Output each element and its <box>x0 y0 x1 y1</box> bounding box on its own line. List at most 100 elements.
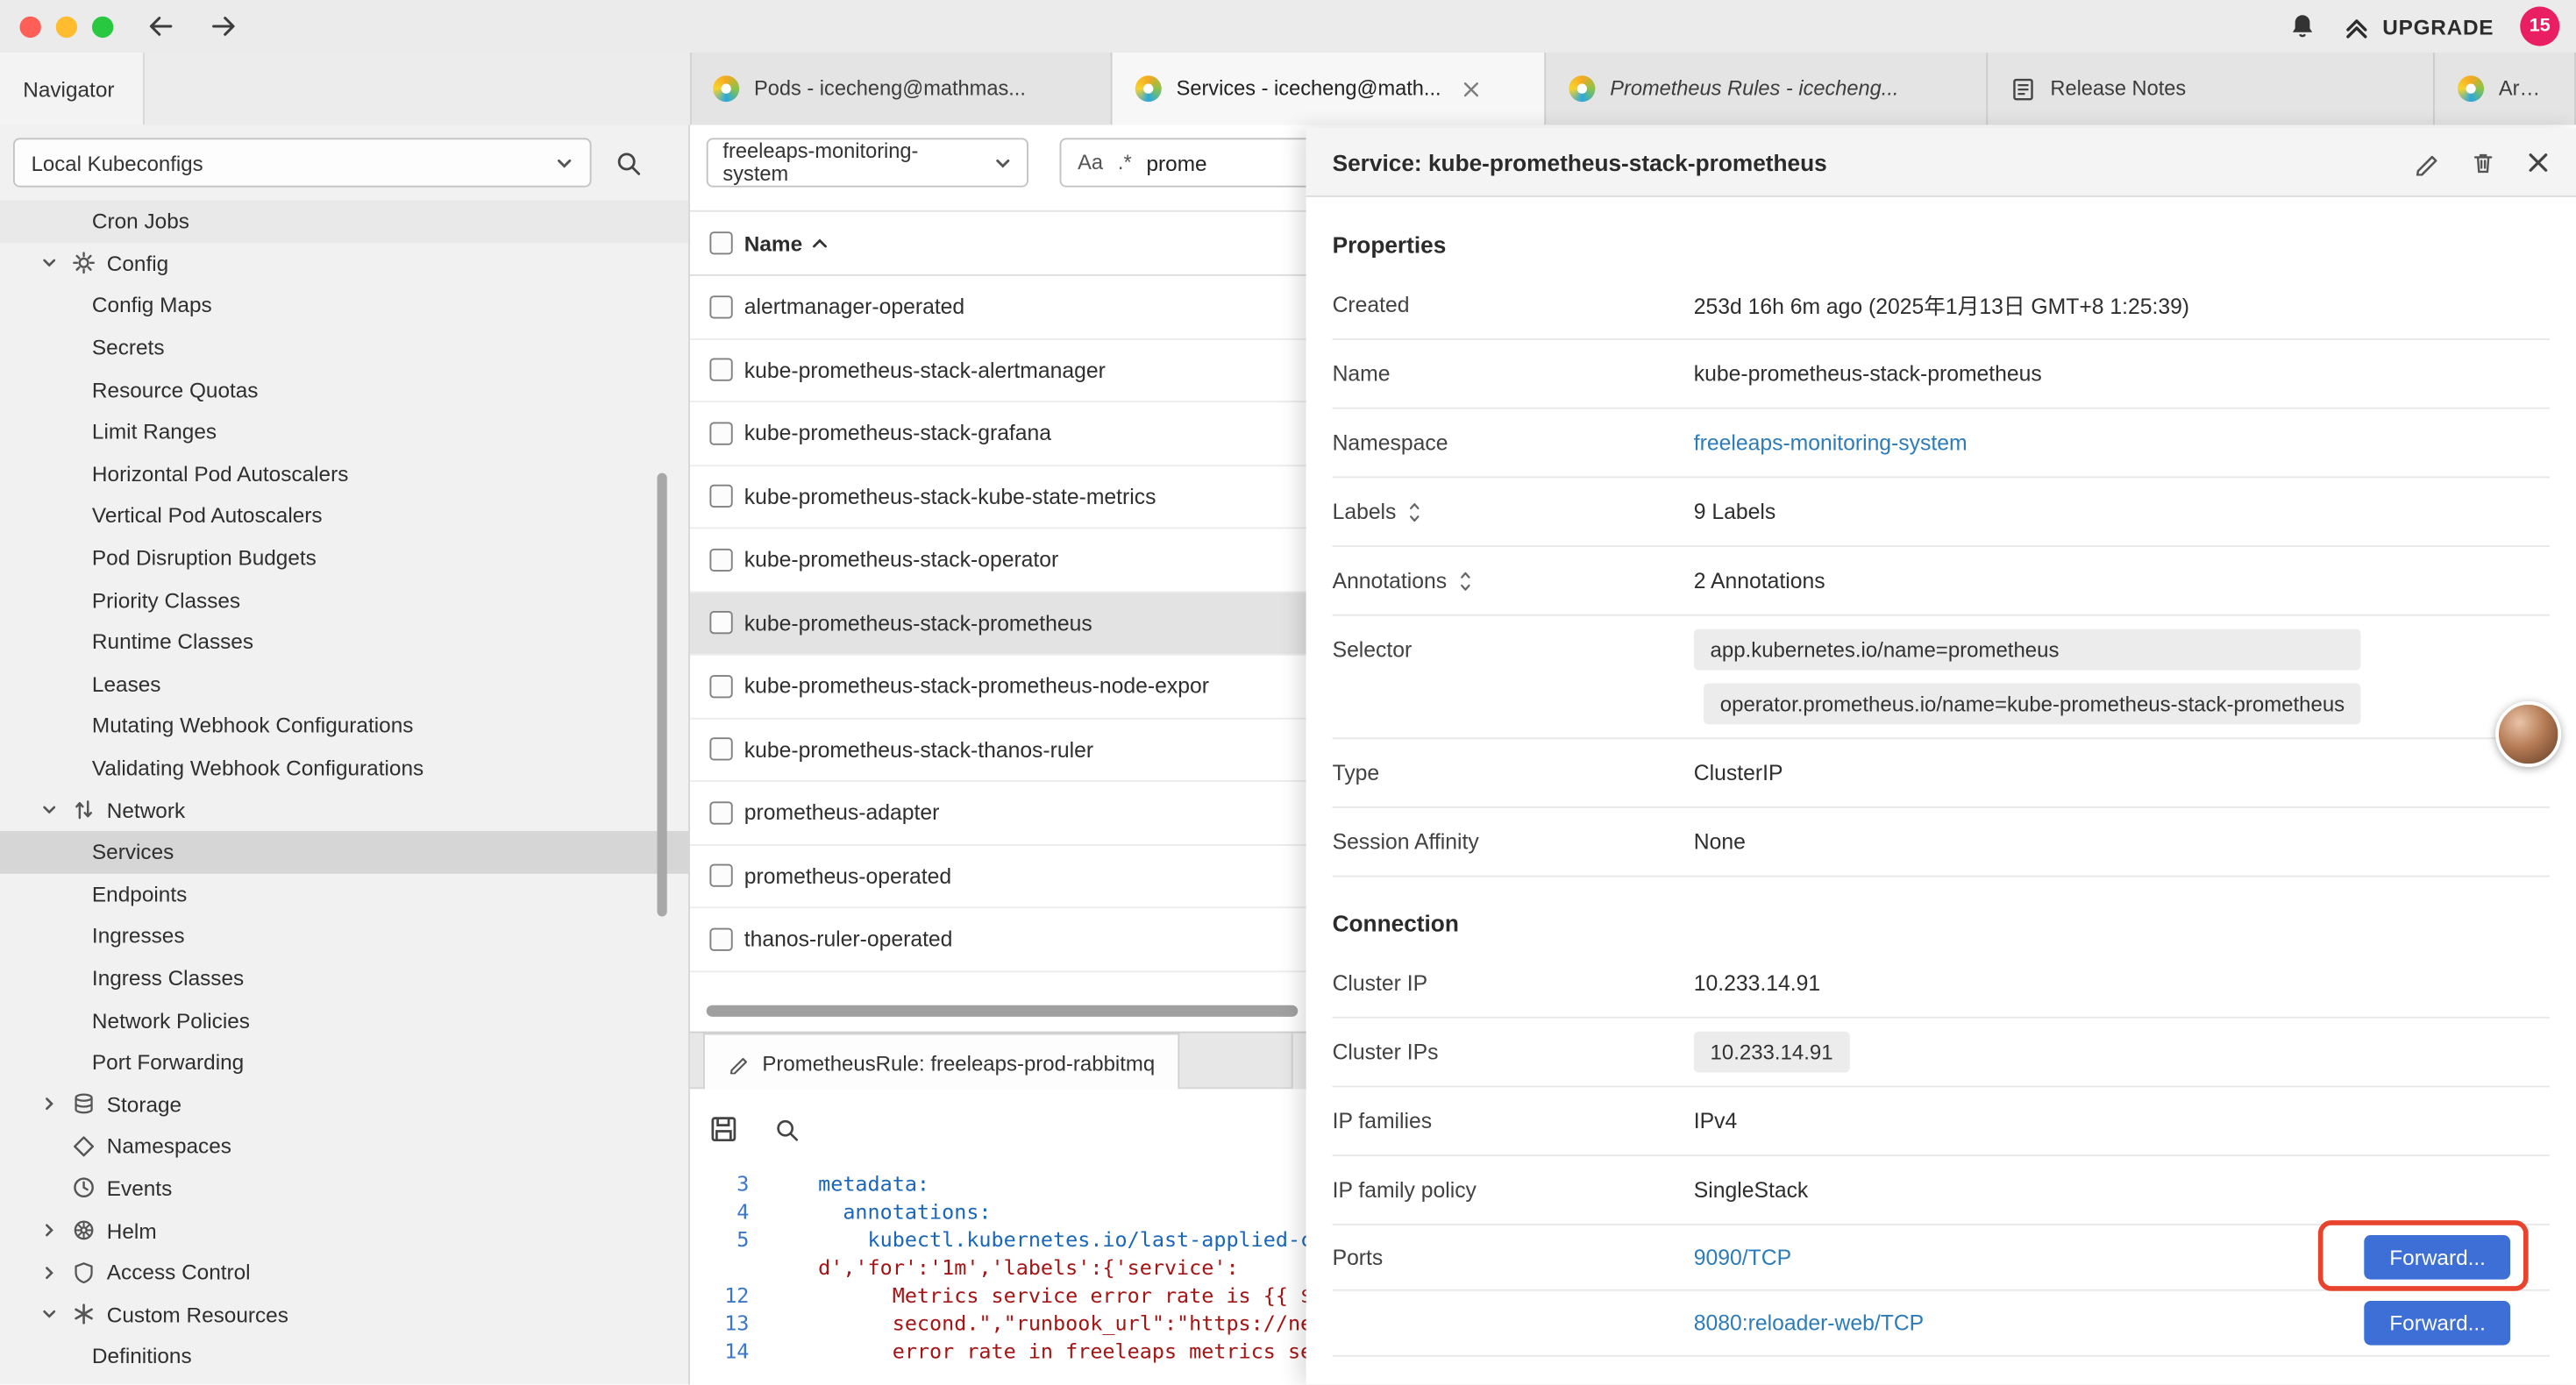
sidebar-search-icon[interactable] <box>615 150 643 178</box>
sidebar-group-access-control[interactable]: Access Control <box>0 1251 688 1293</box>
name-column-header[interactable]: Name <box>744 231 829 255</box>
horizontal-scrollbar[interactable] <box>707 1005 1299 1017</box>
drawer-header: Service: kube-prometheus-stack-prometheu… <box>1306 128 2576 197</box>
close-icon[interactable] <box>2527 150 2550 173</box>
forward-arrow-icon[interactable] <box>209 13 238 39</box>
port-link[interactable]: 9090/TCP <box>1694 1245 1791 1269</box>
property-row-type: Type ClusterIP <box>1333 739 2550 808</box>
upgrade-button[interactable]: UPGRADE <box>2343 12 2494 40</box>
back-arrow-icon[interactable] <box>146 13 176 39</box>
chevron-right-icon[interactable] <box>41 1096 60 1112</box>
sidebar-item-validating-webhook-configurations[interactable]: Validating Webhook Configurations <box>0 747 688 789</box>
sidebar-group-helm[interactable]: Helm <box>0 1210 688 1252</box>
connection-row-ip-family-policy: IP family policy SingleStack <box>1333 1156 2550 1225</box>
code-line: Metrics service error rate is {{ $va <box>818 1282 1337 1307</box>
dock-tab-prometheusrule[interactable]: PrometheusRule: freeleaps-prod-rabbitmq <box>703 1033 1179 1091</box>
tab-pods[interactable]: Pods - icecheng@mathmas... <box>690 53 1113 124</box>
details-drawer: Service: kube-prometheus-stack-prometheu… <box>1306 128 2576 1384</box>
sidebar-item-limit-ranges[interactable]: Limit Ranges <box>0 410 688 452</box>
selector-badge: app.kubernetes.io/name=prometheus <box>1694 629 2361 671</box>
regex-toggle[interactable]: .* <box>1118 151 1132 174</box>
sidebar-item-events[interactable]: Events <box>0 1168 688 1210</box>
sidebar-group-storage[interactable]: Storage <box>0 1083 688 1126</box>
sidebar-item-ingress-classes[interactable]: Ingress Classes <box>0 957 688 999</box>
row-checkbox[interactable] <box>709 548 732 571</box>
sidebar-item-horizontal-pod-autoscalers[interactable]: Horizontal Pod Autoscalers <box>0 452 688 494</box>
sidebar-group-custom-resources[interactable]: Custom Resources <box>0 1293 688 1335</box>
sidebar-item-port-forwarding[interactable]: Port Forwarding <box>0 1041 688 1083</box>
forward-button[interactable]: Forward... <box>2365 1301 2510 1346</box>
sidebar-item-cron-jobs[interactable]: Cron Jobs <box>0 201 688 243</box>
sidebar-scrollbar[interactable] <box>657 473 666 917</box>
row-checkbox[interactable] <box>709 675 732 698</box>
chevron-down-icon <box>994 153 1012 172</box>
sidebar-item-vertical-pod-autoscalers[interactable]: Vertical Pod Autoscalers <box>0 494 688 536</box>
sidebar-item-runtime-classes[interactable]: Runtime Classes <box>0 621 688 663</box>
tab-release-notes[interactable]: Release Notes <box>1988 53 2435 124</box>
namespace-link[interactable]: freeleaps-monitoring-system <box>1694 430 1968 455</box>
row-checkbox[interactable] <box>709 864 732 887</box>
row-checkbox[interactable] <box>709 485 732 508</box>
editor-search-icon[interactable] <box>774 1116 801 1142</box>
properties-heading: Properties <box>1333 231 2550 258</box>
sidebar-item-endpoints[interactable]: Endpoints <box>0 873 688 915</box>
chevron-right-icon[interactable] <box>41 1264 60 1281</box>
sidebar-item-config-maps[interactable]: Config Maps <box>0 285 688 327</box>
port-row: 8080:reloader-web/TCP Forward... <box>1333 1291 2550 1357</box>
row-checkbox[interactable] <box>709 738 732 761</box>
row-checkbox[interactable] <box>709 611 732 634</box>
code-line: metadata: <box>818 1171 929 1196</box>
shield-icon <box>71 1261 97 1283</box>
sidebar-item-mutating-webhook-configurations[interactable]: Mutating Webhook Configurations <box>0 705 688 747</box>
tab-services[interactable]: Services - icecheng@math... <box>1113 53 1547 124</box>
navigator-tab[interactable]: Navigator <box>0 53 145 124</box>
tab-close-icon[interactable] <box>1462 80 1481 98</box>
app-window: UPGRADE 15 Navigator Pods - icecheng@mat… <box>0 0 2576 1385</box>
property-row-session-affinity: Session Affinity None <box>1333 808 2550 877</box>
navigator-header: Navigator <box>0 53 692 124</box>
line-number: 14 <box>690 1339 749 1363</box>
edit-pencil-icon[interactable] <box>2413 149 2439 175</box>
delete-trash-icon[interactable] <box>2471 149 2495 175</box>
kubeconfig-selector[interactable]: Local Kubeconfigs <box>13 138 592 187</box>
row-checkbox[interactable] <box>709 927 732 950</box>
sidebar-item-priority-classes[interactable]: Priority Classes <box>0 579 688 621</box>
sidebar-item-services[interactable]: Services <box>0 831 688 873</box>
save-icon[interactable] <box>709 1115 737 1143</box>
row-checkbox[interactable] <box>709 422 732 444</box>
namespace-selector[interactable]: freeleaps-monitoring-system <box>707 138 1028 187</box>
expand-arrows-icon[interactable] <box>1406 501 1423 521</box>
row-checkbox[interactable] <box>709 801 732 824</box>
code-line: second.","runbook_url":"https://net <box>818 1310 1325 1335</box>
close-window-button[interactable] <box>19 16 40 37</box>
code-line: kubectl.kubernetes.io/last-applied-co <box>818 1227 1325 1252</box>
sidebar-item-resource-quotas[interactable]: Resource Quotas <box>0 368 688 410</box>
notification-bell-icon[interactable] <box>2288 11 2316 41</box>
port-link[interactable]: 8080:reloader-web/TCP <box>1694 1310 1924 1335</box>
notification-count-badge[interactable]: 15 <box>2520 6 2559 46</box>
expand-arrows-icon[interactable] <box>1456 571 1473 590</box>
chevron-down-icon[interactable] <box>41 1306 60 1323</box>
sidebar-item-pod-disruption-budgets[interactable]: Pod Disruption Budgets <box>0 536 688 579</box>
sidebar-item-ingresses[interactable]: Ingresses <box>0 915 688 957</box>
row-checkbox[interactable] <box>709 359 732 381</box>
sidebar-item-network-policies[interactable]: Network Policies <box>0 999 688 1041</box>
sidebar-item-secrets[interactable]: Secrets <box>0 326 688 368</box>
chevron-right-icon[interactable] <box>41 1222 60 1239</box>
sidebar-item-definitions[interactable]: Definitions <box>0 1335 688 1377</box>
forward-button[interactable]: Forward... <box>2365 1235 2510 1280</box>
sidebar-item-namespaces[interactable]: Namespaces <box>0 1126 688 1168</box>
match-case-toggle[interactable]: Aa <box>1078 151 1103 174</box>
tab-argo[interactable]: Argo S <box>2435 53 2576 124</box>
sidebar-group-network[interactable]: Network <box>0 789 688 831</box>
chevron-down-icon[interactable] <box>41 802 60 819</box>
sidebar-group-config[interactable]: Config <box>0 243 688 285</box>
maximize-window-button[interactable] <box>92 16 113 37</box>
tab-prometheus-rules[interactable]: Prometheus Rules - icecheng... <box>1546 53 1988 124</box>
sidebar-item-leases[interactable]: Leases <box>0 663 688 705</box>
row-checkbox[interactable] <box>709 295 732 318</box>
minimize-window-button[interactable] <box>56 16 77 37</box>
connection-row-ip-families: IP families IPv4 <box>1333 1087 2550 1156</box>
chevron-down-icon[interactable] <box>41 255 60 272</box>
select-all-checkbox[interactable] <box>709 231 732 254</box>
